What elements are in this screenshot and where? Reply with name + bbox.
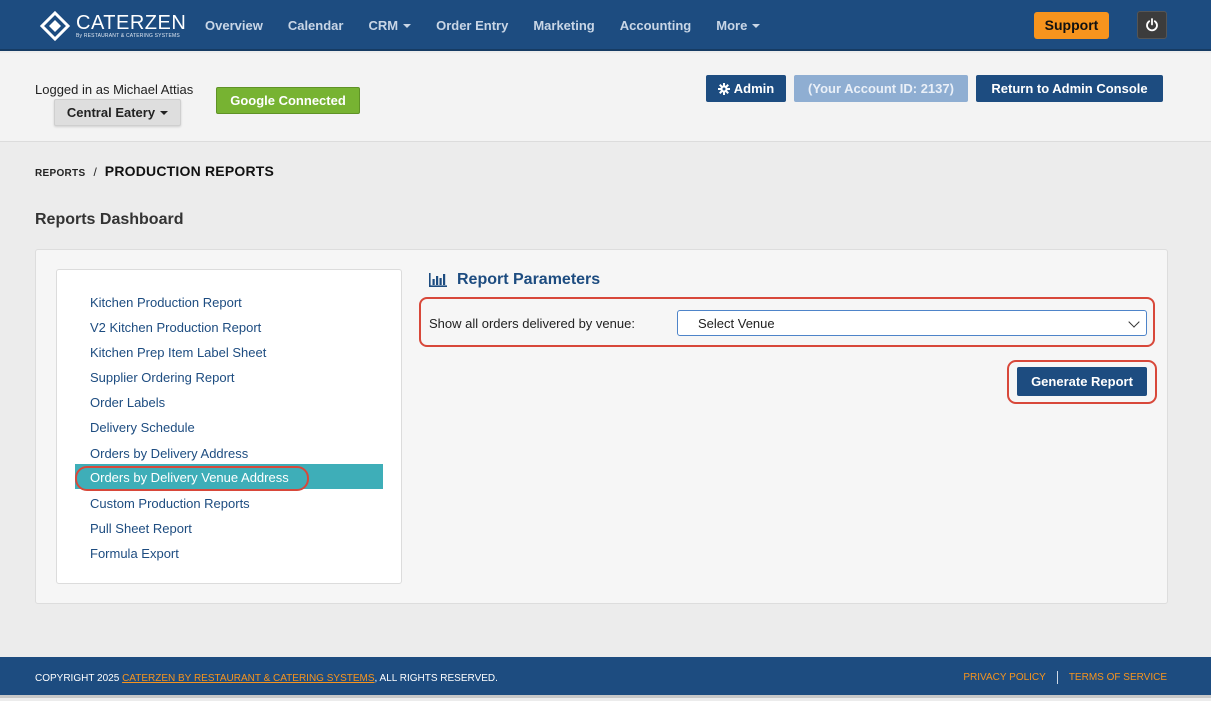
- page-title: Reports Dashboard: [35, 211, 184, 228]
- chevron-down-icon: [1128, 316, 1140, 328]
- page-footer: COPYRIGHT 2025 CATERZEN BY RESTAURANT & …: [0, 657, 1211, 698]
- venue-filter-label: Show all orders delivered by venue:: [429, 316, 635, 331]
- nav-item-accounting[interactable]: Accounting: [620, 18, 692, 33]
- report-list: Kitchen Production Report V2 Kitchen Pro…: [56, 269, 402, 584]
- nav-label: Calendar: [287, 18, 344, 33]
- bar-chart-icon: [429, 273, 447, 287]
- select-venue-dropdown[interactable]: Select Venue: [677, 310, 1147, 336]
- support-button[interactable]: Support: [1034, 12, 1109, 39]
- breadcrumb-reports[interactable]: REPORTS: [35, 168, 85, 179]
- nav-item-calendar[interactable]: Calendar: [288, 18, 344, 33]
- nav-label: Order Entry: [436, 18, 509, 33]
- highlight-ring: [75, 466, 309, 491]
- nav-item-order-entry[interactable]: Order Entry: [436, 18, 508, 33]
- report-link-delivery-schedule[interactable]: Delivery Schedule: [90, 420, 195, 435]
- caret-down-icon: [160, 110, 169, 115]
- brand-tagline: By RESTAURANT & CATERING SYSTEMS: [76, 33, 180, 39]
- report-link-kitchen-production[interactable]: Kitchen Production Report: [90, 295, 242, 310]
- breadcrumb: REPORTS / PRODUCTION REPORTS: [35, 163, 274, 179]
- footer-divider: [1056, 671, 1058, 684]
- report-link-pull-sheet[interactable]: Pull Sheet Report: [90, 521, 192, 536]
- nav-item-overview[interactable]: Overview: [205, 18, 263, 33]
- top-navbar: CATERZEN By RESTAURANT & CATERING SYSTEM…: [0, 0, 1211, 51]
- admin-label: Admin: [733, 81, 775, 96]
- caterzen-logo-icon: [39, 10, 71, 42]
- report-link-kitchen-prep-label[interactable]: Kitchen Prep Item Label Sheet: [90, 345, 266, 360]
- logout-button[interactable]: [1137, 11, 1167, 39]
- select-venue-value: Select Venue: [698, 315, 775, 331]
- generate-report-button[interactable]: Generate Report: [1017, 367, 1147, 396]
- nav-label: Overview: [205, 18, 263, 33]
- gear-icon: [717, 82, 730, 95]
- main-nav: Overview Calendar CRM Order Entry Market…: [205, 0, 785, 51]
- report-link-formula-export[interactable]: Formula Export: [90, 546, 179, 561]
- report-link-supplier-ordering[interactable]: Supplier Ordering Report: [90, 370, 235, 385]
- nav-label: CRM: [368, 18, 399, 33]
- report-parameters-title: Report Parameters: [457, 271, 601, 288]
- copyright-text: COPYRIGHT 2025 CATERZEN BY RESTAURANT & …: [35, 673, 498, 684]
- breadcrumb-separator: /: [93, 165, 97, 179]
- report-parameters-header: Report Parameters: [429, 271, 600, 289]
- power-icon: [1146, 18, 1158, 32]
- nav-label: Marketing: [533, 18, 595, 33]
- google-connected-button[interactable]: Google Connected: [216, 87, 360, 114]
- copyright-suffix: , ALL RIGHTS RESERVED.: [374, 673, 498, 684]
- nav-label: More: [716, 18, 748, 33]
- venue-dropdown[interactable]: Central Eatery: [54, 99, 181, 126]
- nav-item-marketing[interactable]: Marketing: [533, 18, 594, 33]
- logged-in-text: Logged in as Michael Attias: [35, 82, 194, 97]
- nav-item-more[interactable]: More: [716, 18, 761, 33]
- report-link-v2-kitchen-production[interactable]: V2 Kitchen Production Report: [90, 320, 261, 335]
- caterzen-logo[interactable]: CATERZEN By RESTAURANT & CATERING SYSTEM…: [39, 10, 187, 42]
- footer-links: PRIVACY POLICY TERMS OF SERVICE: [963, 671, 1167, 684]
- account-id-badge: (Your Account ID: 2137): [794, 75, 968, 102]
- company-link[interactable]: CATERZEN BY RESTAURANT & CATERING SYSTEM…: [122, 673, 374, 684]
- brand-name: CATERZEN: [76, 12, 187, 34]
- return-to-admin-console-button[interactable]: Return to Admin Console: [976, 75, 1163, 102]
- account-bar: Logged in as Michael Attias Central Eate…: [0, 53, 1211, 142]
- venue-name: Central Eatery: [66, 105, 156, 120]
- copyright-prefix: COPYRIGHT 2025: [35, 673, 120, 684]
- caret-down-icon: [403, 23, 412, 28]
- report-link-order-labels[interactable]: Order Labels: [90, 395, 165, 410]
- admin-button[interactable]: Admin: [706, 75, 786, 102]
- report-link-orders-by-delivery-address[interactable]: Orders by Delivery Address: [90, 446, 248, 461]
- terms-of-service-link[interactable]: TERMS OF SERVICE: [1069, 672, 1167, 683]
- nav-label: Accounting: [619, 18, 692, 33]
- caret-down-icon: [752, 23, 761, 28]
- reports-panel: Kitchen Production Report V2 Kitchen Pro…: [35, 249, 1168, 604]
- breadcrumb-current: PRODUCTION REPORTS: [104, 163, 275, 179]
- report-link-custom-production[interactable]: Custom Production Reports: [90, 496, 250, 511]
- privacy-policy-link[interactable]: PRIVACY POLICY: [963, 672, 1045, 683]
- nav-item-crm[interactable]: CRM: [368, 18, 412, 33]
